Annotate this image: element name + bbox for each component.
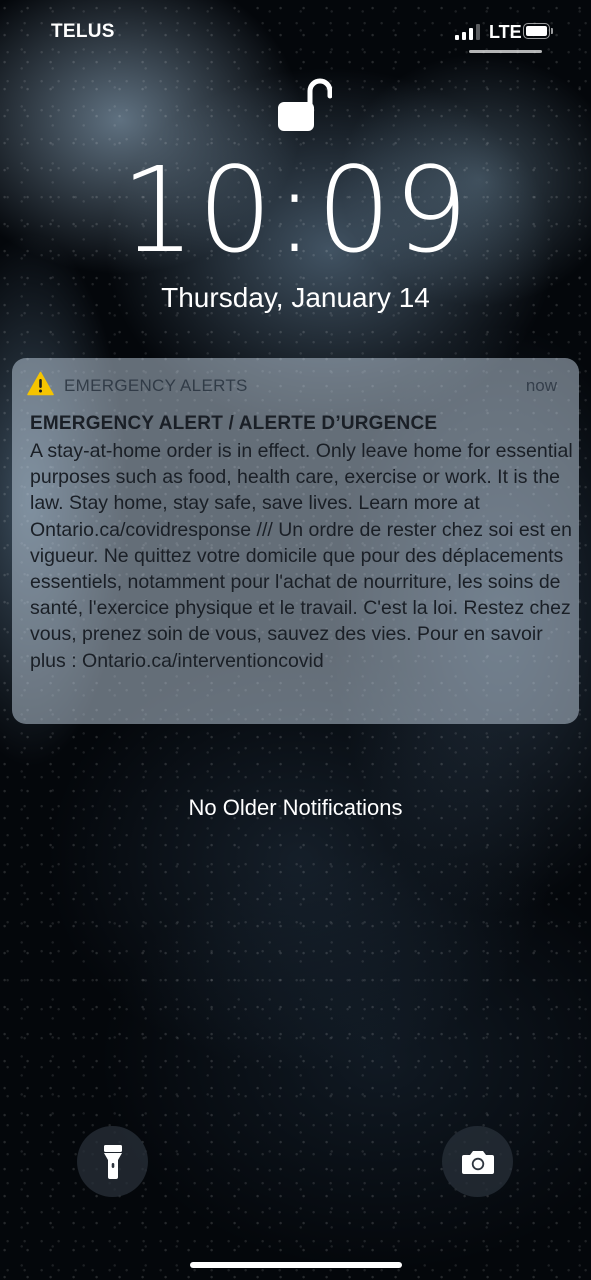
camera-icon [461, 1150, 494, 1174]
notification-timestamp: now [525, 376, 557, 395]
notification-title: EMERGENCY ALERT / ALERTE D’URGENCE [30, 413, 438, 434]
notification-app-name: EMERGENCY ALERTS [64, 376, 248, 395]
clock-date: Thursday, January 14 [161, 282, 430, 313]
clock-time: 10:09 [120, 141, 471, 279]
emergency-alert-notification[interactable]: EMERGENCY ALERTS now EMERGENCY ALERT / A… [12, 358, 579, 724]
unlocked-padlock-icon [276, 74, 333, 134]
network-type-label: LTE [489, 22, 522, 42]
notification-body: A stay-at-home order is in effect. Only … [30, 440, 573, 672]
carrier-label: TELUS [51, 21, 115, 42]
camera-button[interactable] [442, 1126, 513, 1197]
lock-screen: TELUS LTE 10:09 Thursday, January 14 EME… [0, 0, 591, 1280]
battery-icon [523, 23, 554, 39]
no-older-notifications-label: No Older Notifications [188, 795, 403, 820]
flashlight-icon [103, 1144, 122, 1179]
home-indicator[interactable] [190, 1262, 402, 1268]
warning-triangle-icon [27, 371, 54, 396]
cellular-signal-icon [455, 24, 483, 40]
notification-header: EMERGENCY ALERTS now [12, 358, 579, 412]
flashlight-button[interactable] [77, 1126, 148, 1197]
control-center-indicator[interactable] [469, 50, 542, 53]
